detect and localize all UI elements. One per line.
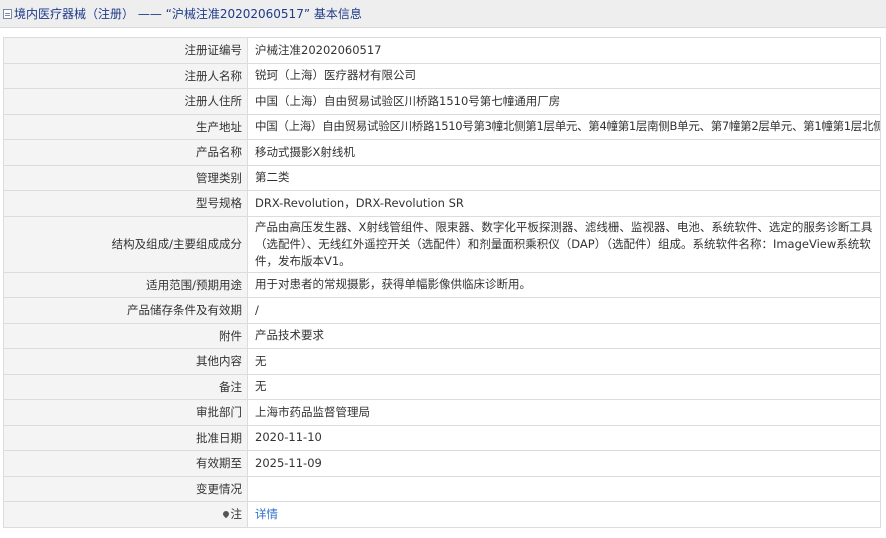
table-row: 其他内容 无 <box>3 348 881 375</box>
row-label: 其他内容 <box>3 348 248 375</box>
row-label: 变更情况 <box>3 475 248 502</box>
registration-info-table: 注册证编号 沪械注准20202060517 注册人名称 锐珂（上海）医疗器材有限… <box>3 37 881 528</box>
table-row: 注册人名称 锐珂（上海）医疗器材有限公司 <box>3 62 881 89</box>
table-row: 适用范围/预期用途 用于对患者的常规摄影，获得单幅影像供临床诊断用。 <box>3 271 881 298</box>
row-value: 产品技术要求 <box>247 322 881 349</box>
document-icon <box>3 8 12 19</box>
row-value: 2020-11-10 <box>247 424 881 451</box>
row-label: 适用范围/预期用途 <box>3 271 248 298</box>
row-label: 注册证编号 <box>3 37 248 64</box>
row-label: 注册人住所 <box>3 88 248 115</box>
table-row: 批准日期 2020-11-10 <box>3 424 881 451</box>
table-row: 审批部门 上海市药品监督管理局 <box>3 399 881 426</box>
row-label: 产品储存条件及有效期 <box>3 297 248 324</box>
table-row: 结构及组成/主要组成成分 产品由高压发生器、X射线管组件、限束器、数字化平板探测… <box>3 215 881 273</box>
row-label: 备注 <box>3 373 248 400</box>
note-value-cell: 详情 <box>247 501 881 528</box>
table-row: 变更情况 <box>3 475 881 502</box>
row-value: 2025-11-09 <box>247 450 881 477</box>
row-label: 型号规格 <box>3 190 248 217</box>
row-label: 管理类别 <box>3 164 248 191</box>
table-row: 注册证编号 沪械注准20202060517 <box>3 37 881 64</box>
row-label: 生产地址 <box>3 113 248 140</box>
table-row: 产品名称 移动式摄影X射线机 <box>3 139 881 166</box>
row-value <box>247 475 881 502</box>
row-value: 无 <box>247 348 881 375</box>
note-label: 注 <box>230 507 243 522</box>
row-label: 批准日期 <box>3 424 248 451</box>
row-value: 第二类 <box>247 164 881 191</box>
row-label: 审批部门 <box>3 399 248 426</box>
row-label: 注册人名称 <box>3 62 248 89</box>
table-row: 产品储存条件及有效期 / <box>3 297 881 324</box>
note-label-cell: 注 <box>3 501 248 528</box>
row-value: DRX-Revolution，DRX-Revolution SR <box>247 190 881 217</box>
row-value: 沪械注准20202060517 <box>247 37 881 64</box>
row-value: 中国（上海）自由贸易试验区川桥路1510号第七幢通用厂房 <box>247 88 881 115</box>
row-label: 结构及组成/主要组成成分 <box>3 215 248 273</box>
row-value: 产品由高压发生器、X射线管组件、限束器、数字化平板探测器、滤线栅、监视器、电池、… <box>247 215 881 273</box>
row-value: 中国（上海）自由贸易试验区川桥路1510号第3幢北侧第1层单元、第4幢第1层南侧… <box>247 113 881 140</box>
page-header: 境内医疗器械（注册） —— “沪械注准20202060517” 基本信息 <box>0 0 886 28</box>
map-pin-icon <box>221 510 230 519</box>
row-value: 无 <box>247 373 881 400</box>
row-value: 用于对患者的常规摄影，获得单幅影像供临床诊断用。 <box>247 271 881 298</box>
table-row: 附件 产品技术要求 <box>3 322 881 349</box>
row-label: 有效期至 <box>3 450 248 477</box>
table-row: 型号规格 DRX-Revolution，DRX-Revolution SR <box>3 190 881 217</box>
table-row-note: 注 详情 <box>3 501 881 528</box>
table-row: 生产地址 中国（上海）自由贸易试验区川桥路1510号第3幢北侧第1层单元、第4幢… <box>3 113 881 140</box>
row-value: 上海市药品监督管理局 <box>247 399 881 426</box>
row-value: 移动式摄影X射线机 <box>247 139 881 166</box>
row-label: 产品名称 <box>3 139 248 166</box>
table-row: 注册人住所 中国（上海）自由贸易试验区川桥路1510号第七幢通用厂房 <box>3 88 881 115</box>
row-value: / <box>247 297 881 324</box>
table-row: 备注 无 <box>3 373 881 400</box>
table-row: 有效期至 2025-11-09 <box>3 450 881 477</box>
table-row: 管理类别 第二类 <box>3 164 881 191</box>
page-title: 境内医疗器械（注册） —— “沪械注准20202060517” 基本信息 <box>14 7 362 21</box>
details-link[interactable]: 详情 <box>255 507 278 521</box>
row-value: 锐珂（上海）医疗器材有限公司 <box>247 62 881 89</box>
row-label: 附件 <box>3 322 248 349</box>
